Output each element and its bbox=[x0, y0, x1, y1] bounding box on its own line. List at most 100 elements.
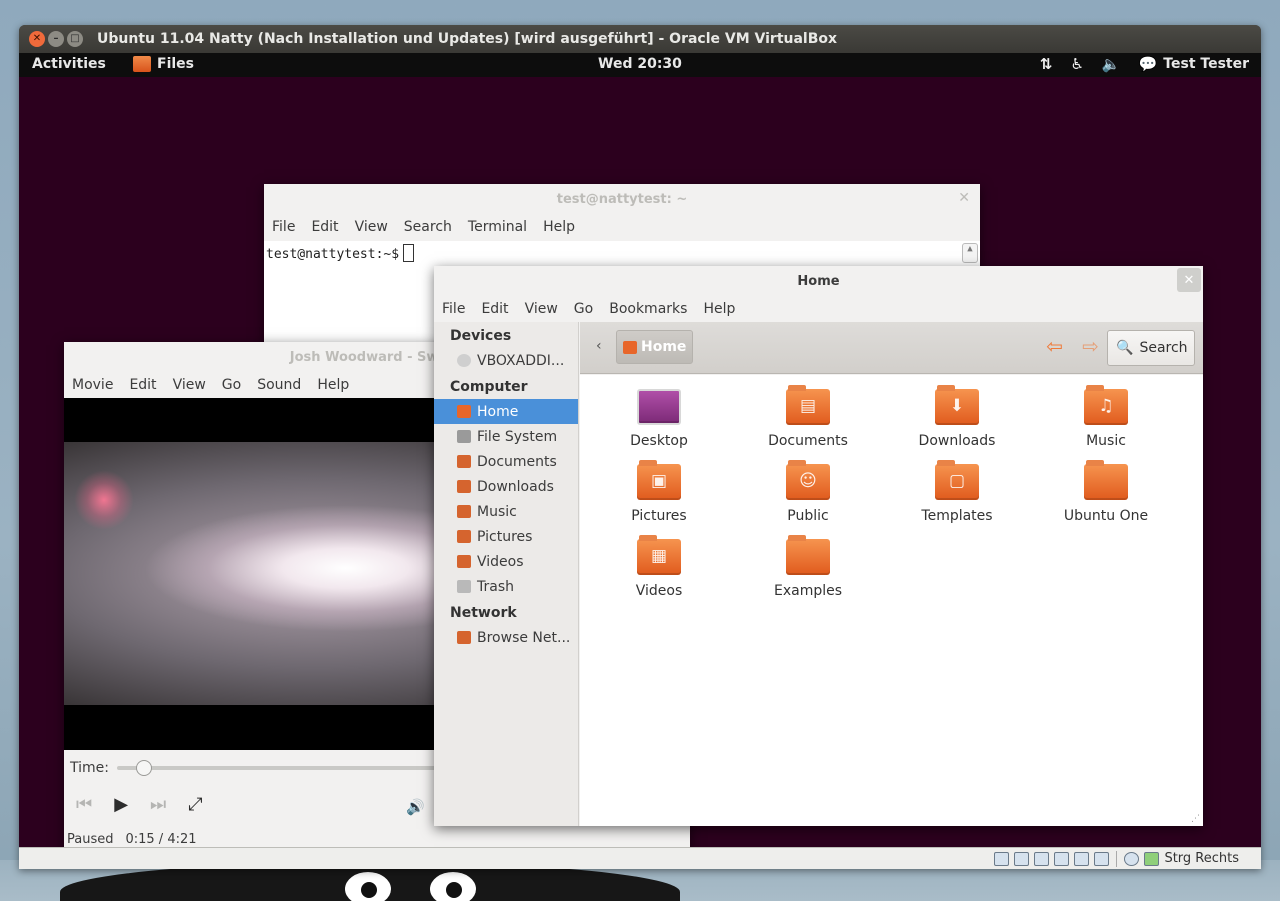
network-icon[interactable]: ⇅ bbox=[1040, 55, 1053, 73]
file-label: Examples bbox=[773, 583, 843, 599]
virtualbox-window: ✕ – □ Ubuntu 11.04 Natty (Nach Installat… bbox=[19, 25, 1261, 869]
user-menu[interactable]: 💬 Test Tester bbox=[1139, 55, 1249, 73]
file-manager-window: Home ✕ File Edit View Go Bookmarks Help … bbox=[434, 266, 1203, 826]
sidebar-item-label: Home bbox=[477, 403, 519, 420]
sidebar-item-label: Browse Net... bbox=[477, 629, 571, 646]
accessibility-icon[interactable]: ♿ bbox=[1070, 55, 1083, 73]
virtualbox-titlebar[interactable]: ✕ – □ Ubuntu 11.04 Natty (Nach Installat… bbox=[19, 25, 1261, 53]
shared-folders-icon[interactable] bbox=[1054, 851, 1070, 866]
file-item-pictures[interactable]: ▣ Pictures bbox=[589, 460, 729, 524]
file-item-public[interactable]: ☺ Public bbox=[738, 460, 878, 524]
file-icon-view[interactable]: Desktop ▤ Documents ⬇ Downloads ♫ Music … bbox=[580, 375, 1203, 826]
search-button[interactable]: 🔍 Search bbox=[1107, 330, 1195, 366]
file-item-downloads[interactable]: ⬇ Downloads bbox=[887, 385, 1027, 449]
previous-icon[interactable]: ⏮ bbox=[76, 794, 92, 815]
player-menu-help[interactable]: Help bbox=[317, 377, 349, 393]
fm-menu-file[interactable]: File bbox=[442, 301, 465, 317]
fm-menu-help[interactable]: Help bbox=[703, 301, 735, 317]
player-statusbar: Paused 0:15 / 4:21 bbox=[67, 832, 197, 847]
sidebar-item-vboxadditions[interactable]: VBOXADDI... bbox=[434, 348, 578, 373]
sidebar-heading-network: Network bbox=[450, 605, 517, 621]
sidebar-item-videos[interactable]: Videos bbox=[434, 549, 578, 574]
sidebar-item-label: Music bbox=[477, 503, 517, 520]
file-item-videos[interactable]: ▦ Videos bbox=[589, 535, 729, 599]
ubuntu-one-folder-icon bbox=[1084, 460, 1128, 500]
optical-drive-icon[interactable] bbox=[1014, 851, 1030, 866]
file-item-documents[interactable]: ▤ Documents bbox=[738, 385, 878, 449]
window-maximize-icon[interactable]: □ bbox=[67, 31, 83, 47]
desktop-folder-icon bbox=[637, 389, 681, 425]
video-firework bbox=[74, 470, 134, 530]
activities-button[interactable]: Activities bbox=[32, 56, 106, 72]
file-item-examples[interactable]: Examples bbox=[738, 535, 878, 599]
seek-slider[interactable] bbox=[116, 760, 437, 776]
network-adapter-icon[interactable] bbox=[1094, 851, 1110, 866]
resize-grip-icon[interactable]: ⋰ bbox=[1191, 814, 1200, 824]
usb-icon[interactable] bbox=[1034, 851, 1050, 866]
player-volume-icon[interactable]: 🔊 bbox=[406, 798, 425, 816]
file-item-music[interactable]: ♫ Music bbox=[1036, 385, 1176, 449]
search-label: Search bbox=[1139, 340, 1188, 356]
terminal-scroll-up-icon[interactable]: ▲ bbox=[962, 243, 978, 263]
window-close-icon[interactable]: ✕ bbox=[29, 31, 45, 47]
guest-desktop: test@nattytest: ~ ✕ File Edit View Searc… bbox=[19, 77, 1261, 854]
fm-menu-bookmarks[interactable]: Bookmarks bbox=[609, 301, 687, 317]
file-item-ubuntu-one[interactable]: Ubuntu One bbox=[1036, 460, 1176, 524]
sidebar-item-file-system[interactable]: File System bbox=[434, 424, 578, 449]
terminal-menu-edit[interactable]: Edit bbox=[311, 219, 338, 235]
path-button-home[interactable]: Home bbox=[616, 330, 694, 364]
terminal-menu-search[interactable]: Search bbox=[404, 219, 452, 235]
forward-arrow-icon[interactable]: ⇨ bbox=[1082, 334, 1099, 358]
terminal-menu-view[interactable]: View bbox=[355, 219, 388, 235]
sidebar-item-documents[interactable]: Documents bbox=[434, 449, 578, 474]
chat-icon: 💬 bbox=[1138, 55, 1158, 73]
panel-clock[interactable]: Wed 20:30 bbox=[598, 56, 682, 72]
next-icon[interactable]: ⏭ bbox=[150, 794, 166, 815]
location-toolbar: ‹ Home ⇦ ⇨ 🔍 Search bbox=[580, 322, 1203, 374]
player-menu-sound[interactable]: Sound bbox=[257, 377, 301, 393]
fm-menu-edit[interactable]: Edit bbox=[481, 301, 508, 317]
sidebar-item-home[interactable]: Home bbox=[434, 399, 578, 424]
hard-disk-icon[interactable] bbox=[994, 851, 1010, 866]
file-item-desktop[interactable]: Desktop bbox=[589, 389, 729, 449]
app-menu[interactable]: Files bbox=[133, 56, 194, 72]
play-icon[interactable]: ▶ bbox=[114, 794, 128, 815]
sidebar-item-label: Documents bbox=[477, 453, 557, 470]
player-menu-go[interactable]: Go bbox=[222, 377, 241, 393]
path-scroll-left-icon[interactable]: ‹ bbox=[596, 338, 602, 354]
file-manager-close-icon[interactable]: ✕ bbox=[1177, 268, 1201, 292]
player-menu-view[interactable]: View bbox=[173, 377, 206, 393]
file-manager-titlebar[interactable]: Home ✕ bbox=[434, 266, 1203, 296]
virtualbox-statusbar: Strg Rechts bbox=[19, 847, 1261, 869]
files-app-icon bbox=[133, 56, 151, 72]
terminal-menu-file[interactable]: File bbox=[272, 219, 295, 235]
mouse-integration-icon[interactable] bbox=[1124, 851, 1140, 866]
volume-icon[interactable]: 🔈 bbox=[1102, 55, 1121, 73]
terminal-menu-terminal[interactable]: Terminal bbox=[468, 219, 527, 235]
terminal-prompt: test@nattytest:~$ bbox=[266, 247, 400, 262]
display-icon[interactable] bbox=[1074, 851, 1090, 866]
sidebar-item-downloads[interactable]: Downloads bbox=[434, 474, 578, 499]
file-item-templates[interactable]: ▢ Templates bbox=[887, 460, 1027, 524]
player-menu-movie[interactable]: Movie bbox=[72, 377, 113, 393]
player-menu-edit[interactable]: Edit bbox=[129, 377, 156, 393]
terminal-menu-help[interactable]: Help bbox=[543, 219, 575, 235]
fullscreen-icon[interactable]: ⤢ bbox=[188, 794, 202, 815]
sidebar-item-label: Videos bbox=[477, 553, 524, 570]
terminal-close-icon[interactable]: ✕ bbox=[958, 190, 970, 206]
seek-handle[interactable] bbox=[136, 760, 153, 776]
window-minimize-icon[interactable]: – bbox=[48, 31, 64, 47]
fm-menu-view[interactable]: View bbox=[525, 301, 558, 317]
fm-menu-go[interactable]: Go bbox=[574, 301, 593, 317]
home-folder-icon bbox=[623, 340, 637, 354]
terminal-titlebar[interactable]: test@nattytest: ~ ✕ bbox=[264, 184, 980, 214]
sidebar-item-trash[interactable]: Trash bbox=[434, 574, 578, 599]
back-arrow-icon[interactable]: ⇦ bbox=[1046, 334, 1063, 358]
sidebar-item-pictures[interactable]: Pictures bbox=[434, 524, 578, 549]
host-wallpaper-eye-left bbox=[345, 872, 391, 901]
file-label: Pictures bbox=[631, 508, 687, 524]
sidebar-item-music[interactable]: Music bbox=[434, 499, 578, 524]
videos-folder-icon bbox=[457, 555, 471, 568]
file-label: Documents bbox=[768, 433, 848, 449]
sidebar-item-browse-network[interactable]: Browse Net... bbox=[434, 625, 578, 650]
